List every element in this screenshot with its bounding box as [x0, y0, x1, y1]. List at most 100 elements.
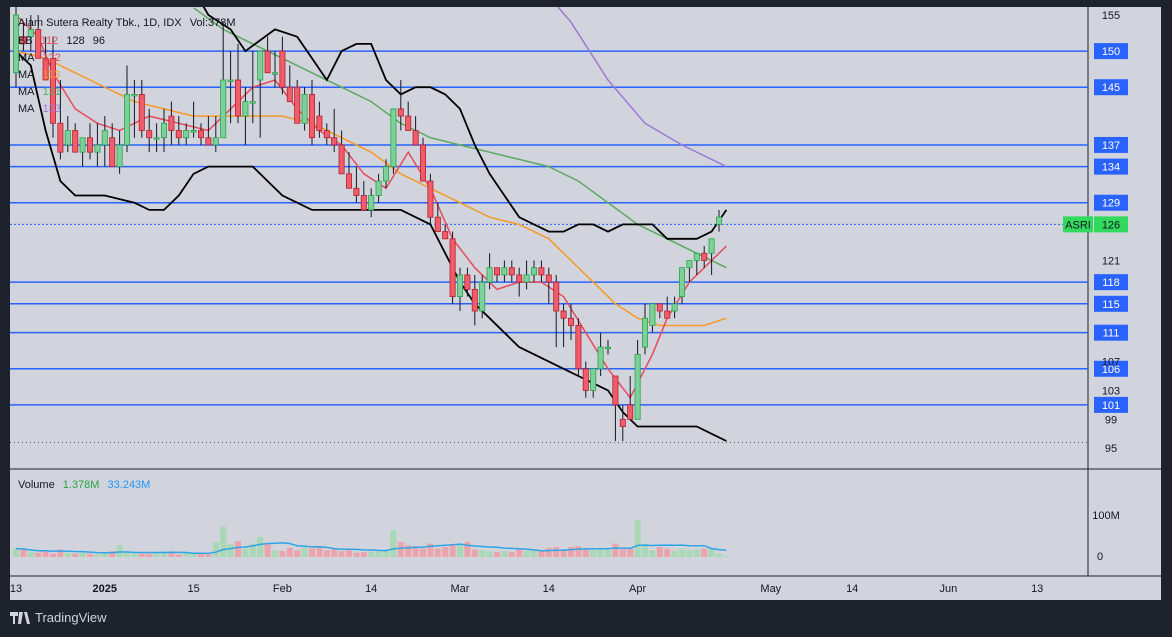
ma-legend-4: MA 133 — [18, 103, 66, 115]
candle-body — [368, 195, 375, 211]
volume-bar — [13, 548, 19, 557]
volume-bar — [383, 551, 389, 557]
candle — [234, 43, 241, 124]
volume-bar — [279, 551, 286, 557]
volume-value-2: 33.243M — [107, 479, 151, 491]
candle — [501, 260, 508, 283]
last-price-label: 126 — [1102, 219, 1120, 231]
candle — [508, 260, 515, 283]
x-axis-label: 14 — [365, 583, 377, 595]
candle-body — [175, 130, 182, 139]
candle-body — [242, 101, 249, 117]
candle — [72, 123, 79, 153]
x-axis-label: Feb — [273, 583, 292, 595]
candle — [286, 65, 293, 103]
candle — [79, 137, 86, 167]
volume-bar — [220, 526, 227, 557]
candle-body — [234, 79, 241, 117]
volume-bar — [190, 553, 197, 557]
y-tick-label: 121 — [1102, 255, 1120, 267]
candle-body — [419, 144, 426, 182]
candle-body — [716, 216, 723, 225]
volume-bar — [501, 551, 508, 557]
ma-value: 113 — [42, 69, 61, 81]
volume-bar — [397, 541, 404, 557]
y-tick-label: 99 — [1105, 414, 1117, 426]
candle — [664, 296, 671, 319]
volume-bar — [701, 548, 708, 557]
volume-bar — [264, 544, 271, 557]
volume-bar — [124, 552, 130, 557]
level-label: 145 — [1102, 82, 1120, 94]
volume-bar — [627, 548, 634, 557]
level-label: 134 — [1102, 162, 1120, 174]
volume-bar — [508, 551, 515, 557]
volume-bar — [494, 551, 500, 557]
volume-bar — [87, 553, 93, 557]
candle — [649, 303, 656, 333]
ma-value: 121 — [42, 86, 61, 98]
candle-body — [560, 310, 567, 319]
volume-bar — [531, 550, 537, 557]
volume-bar — [420, 548, 426, 557]
candle-body — [124, 94, 131, 146]
volume-bar — [449, 545, 456, 557]
x-axis-label: 2025 — [93, 583, 117, 595]
volume-bar — [723, 556, 730, 557]
candle — [220, 22, 227, 139]
candle — [493, 267, 500, 283]
volume-bar — [575, 546, 582, 557]
candle-body — [316, 115, 323, 131]
candle-body — [190, 130, 197, 133]
candle-body — [57, 122, 64, 153]
candle — [568, 303, 575, 340]
candle — [131, 79, 138, 138]
candle-body — [582, 368, 589, 391]
candle-body — [286, 86, 293, 103]
candle-body — [212, 137, 219, 146]
candle-body — [64, 130, 71, 146]
level-label: 111 — [1103, 328, 1120, 340]
volume-bar — [471, 549, 478, 557]
candle-body — [382, 166, 389, 182]
volume-bar — [434, 548, 441, 557]
y-tick-label: 155 — [1102, 10, 1120, 22]
volume-bar — [35, 552, 42, 557]
ma-legend-1: MA 122 — [18, 52, 66, 64]
volume-bar — [390, 530, 397, 557]
candle-body — [138, 94, 145, 131]
candle-body — [612, 375, 619, 406]
candle-body — [360, 195, 367, 211]
candle-body — [264, 50, 271, 74]
candle-body — [249, 101, 256, 104]
volume-bar — [442, 546, 449, 557]
volume-bar — [72, 553, 79, 557]
price-chart[interactable]: 1501451371341291181151111061011551211071… — [10, 7, 1161, 600]
volume-bar — [138, 553, 145, 557]
candle-body — [279, 50, 286, 88]
volume-bar — [309, 548, 315, 557]
volume-bar — [457, 544, 463, 557]
candle — [523, 260, 530, 290]
x-axis-label: Mar — [451, 583, 470, 595]
volume-value-1: 1.378M — [62, 479, 100, 491]
volume-bar — [486, 551, 493, 557]
volume-bar — [619, 549, 626, 557]
ma-label: MA — [18, 52, 35, 64]
candle — [368, 188, 375, 218]
ma-legend-2: MA 113 — [18, 69, 65, 81]
candle-body — [471, 288, 478, 312]
candle-body — [553, 281, 560, 312]
volume-bar — [479, 550, 486, 557]
candle — [109, 123, 116, 168]
ma-label: MA — [18, 103, 35, 115]
candle-body — [464, 274, 471, 290]
candle-body — [257, 50, 264, 81]
volume-bar — [331, 548, 338, 557]
candle-body — [538, 267, 545, 276]
candle-body — [456, 274, 463, 297]
volume-bar — [538, 551, 545, 557]
volume-bar — [360, 551, 367, 557]
volume-bar — [64, 552, 71, 557]
ma-green-line — [193, 7, 727, 269]
